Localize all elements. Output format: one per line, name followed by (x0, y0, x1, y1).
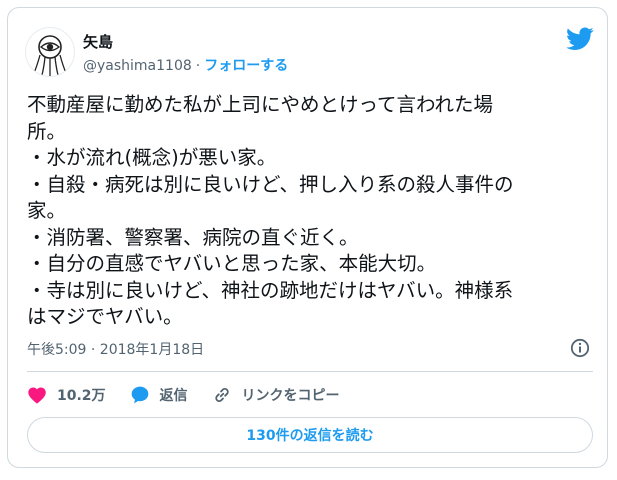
avatar-eye-drawing (33, 35, 67, 76)
reply-button[interactable]: 返信 (130, 385, 188, 405)
user-handle-line: @yashima1108 · フォローする (83, 55, 288, 75)
copy-link-button[interactable]: リンクをコピー (212, 385, 340, 405)
like-button[interactable]: 10.2万 (27, 385, 106, 405)
info-icon[interactable] (570, 338, 590, 358)
user-display-name[interactable]: 矢島 (83, 31, 113, 52)
follow-button[interactable]: フォローする (204, 58, 288, 74)
tweet-timestamp[interactable]: 午後5:09 · 2018年1月18日 (27, 339, 204, 359)
like-count: 10.2万 (57, 388, 106, 404)
copy-link-label: リンクをコピー (241, 388, 340, 404)
speech-bubble-icon (131, 386, 148, 404)
twitter-bird-icon[interactable] (566, 27, 594, 51)
read-replies-button[interactable]: 130件の返信を読む (27, 417, 593, 453)
avatar[interactable] (25, 27, 75, 77)
handle-separator: · (195, 58, 201, 74)
tweet-actions: 10.2万 返信 リンクをコピー (27, 382, 364, 408)
divider (27, 371, 593, 372)
link-icon (214, 387, 229, 403)
user-handle[interactable]: @yashima1108 (83, 58, 192, 74)
reply-label: 返信 (159, 388, 188, 404)
heart-icon (28, 387, 46, 404)
tweet-text: 不動産屋に勤めた私が上司にやめとけって言われた場 所。 ・水が流れ(概念)が悪い… (27, 93, 514, 328)
